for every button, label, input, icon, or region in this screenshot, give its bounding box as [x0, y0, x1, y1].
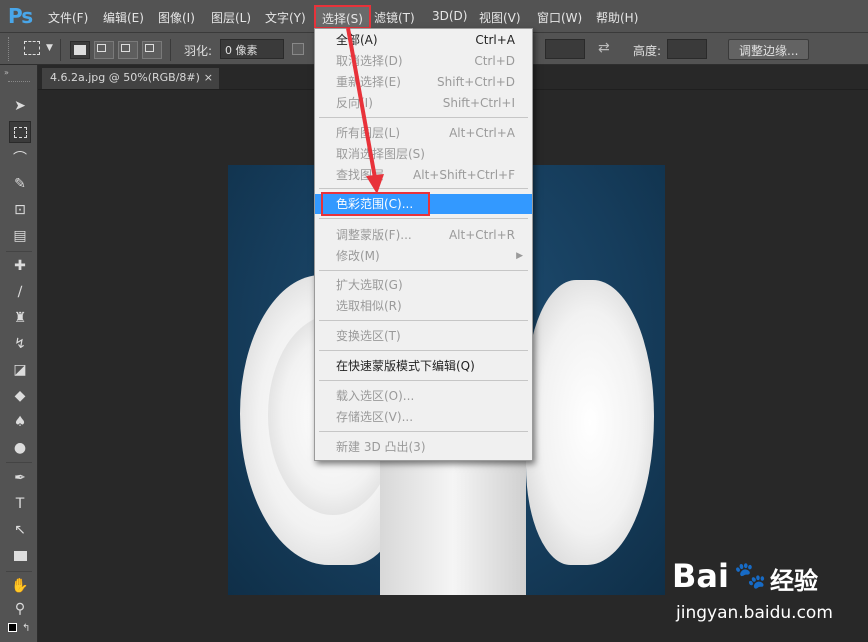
menu-separator [319, 218, 528, 219]
menu-item-deselect[interactable]: 取消选择(D) Ctrl+D [315, 51, 532, 71]
baidu-watermark: Bai 🐾 经验 jingyan.baidu.com [672, 555, 862, 635]
menu-type[interactable]: 文字(Y) [265, 9, 306, 26]
menu-file[interactable]: 文件(F) [48, 9, 88, 26]
crop-tool-icon[interactable]: ⊡ [9, 199, 31, 221]
menu-item-grow[interactable]: 扩大选取(G) [315, 275, 532, 295]
watermark-brand-suffix: 经验 [770, 567, 818, 595]
dress [380, 460, 526, 595]
menu-item-reselect[interactable]: 重新选择(E) Shift+Ctrl+D [315, 72, 532, 92]
menu-item-refine-mask[interactable]: 调整蒙版(F)... Alt+Ctrl+R [315, 225, 532, 245]
select-menu-dropdown: 全部(A) Ctrl+A 取消选择(D) Ctrl+D 重新选择(E) Shift+C… [314, 28, 533, 461]
menu-item-load-selection[interactable]: 载入选区(O)... [315, 386, 532, 406]
menu-item-modify[interactable]: 修改(M) ▶ [315, 246, 532, 266]
refine-edge-button[interactable]: 调整边缘... [728, 39, 810, 60]
menu-layer[interactable]: 图层(L) [211, 9, 251, 26]
menu-filter[interactable]: 滤镜(T) [374, 9, 415, 26]
healing-brush-tool-icon[interactable]: ✚ [9, 255, 31, 277]
anti-alias-checkbox[interactable] [292, 43, 304, 55]
divider [6, 462, 32, 463]
paint-bucket-tool-icon[interactable]: ◆ [9, 385, 31, 407]
menu-separator [319, 188, 528, 189]
clone-stamp-tool-icon[interactable]: ♜ [9, 307, 31, 329]
submenu-arrow-icon: ▶ [516, 251, 523, 261]
blur-tool-icon[interactable]: ♠ [9, 411, 31, 433]
menu-select[interactable]: 选择(S) [314, 5, 371, 29]
menu-item-deselect-layers[interactable]: 取消选择图层(S) [315, 144, 532, 164]
marquee-tool-icon[interactable] [9, 121, 31, 143]
dodge-tool-icon[interactable]: ● [9, 437, 31, 459]
annotation-highlight-box [321, 192, 430, 216]
quick-select-tool-icon[interactable]: ✎ [9, 173, 31, 195]
height-label: 高度: [633, 44, 662, 58]
divider [170, 39, 171, 61]
intersect-selection-icon[interactable] [142, 41, 162, 59]
menu-separator [319, 380, 528, 381]
menu-window[interactable]: 窗口(W) [537, 9, 582, 26]
zoom-tool-icon[interactable]: ⚲ [9, 598, 31, 620]
add-to-selection-icon[interactable] [94, 41, 114, 59]
swap-icon[interactable]: ⇄ [598, 40, 610, 56]
move-tool-icon[interactable]: ➤ [9, 95, 31, 117]
menu-help[interactable]: 帮助(H) [596, 9, 638, 26]
lasso-tool-icon[interactable]: ⌒ [9, 147, 31, 169]
divider [60, 39, 61, 61]
hand-tool-icon[interactable]: ✋ [9, 575, 31, 597]
menu-3d[interactable]: 3D(D) [432, 9, 467, 23]
menu-item-find-layers[interactable]: 查找图层 Alt+Shift+Ctrl+F [315, 165, 532, 185]
document-tab[interactable]: 4.6.2a.jpg @ 50%(RGB/8#) × [42, 68, 219, 89]
menu-separator [319, 320, 528, 321]
menu-separator [319, 117, 528, 118]
menu-item-all-layers[interactable]: 所有图层(L) Alt+Ctrl+A [315, 123, 532, 143]
right-wing [526, 280, 654, 565]
menu-item-select-all[interactable]: 全部(A) Ctrl+A [315, 30, 532, 50]
subtract-selection-icon[interactable] [118, 41, 138, 59]
rectangle-tool-icon[interactable] [9, 545, 31, 567]
collapse-icon[interactable]: » [4, 68, 9, 77]
pen-tool-icon[interactable]: ✒ [9, 467, 31, 489]
divider [6, 251, 32, 252]
menu-item-new-3d-extrusion[interactable]: 新建 3D 凸出(3) [315, 437, 532, 457]
feather-input[interactable]: 0 像素 [220, 39, 284, 59]
menu-item-inverse[interactable]: 反向(I) Shift+Ctrl+I [315, 93, 532, 113]
width-input[interactable] [545, 39, 585, 59]
height-input[interactable] [667, 39, 707, 59]
photoshop-logo: Ps [8, 4, 33, 28]
menu-separator [319, 350, 528, 351]
grip-handle[interactable] [8, 37, 11, 61]
type-tool-icon[interactable]: T [9, 493, 31, 515]
brush-tool-icon[interactable]: ∕ [9, 281, 31, 303]
new-selection-icon[interactable] [70, 41, 90, 59]
swap-colors-icon[interactable]: ↰ [22, 623, 30, 634]
menu-image[interactable]: 图像(I) [158, 9, 195, 26]
eraser-tool-icon[interactable]: ◪ [9, 359, 31, 381]
menu-item-transform-selection[interactable]: 变换选区(T) [315, 326, 532, 346]
toolbox: » ➤ ⌒ ✎ ⊡ ▤ ✚ ∕ ♜ ↯ ◪ ◆ ♠ ● ✒ T ↖ ✋ ⚲ ↰ [0, 65, 38, 642]
history-brush-tool-icon[interactable]: ↯ [9, 333, 31, 355]
divider [6, 571, 32, 572]
close-icon[interactable]: × [204, 71, 213, 84]
menu-item-similar[interactable]: 选取相似(R) [315, 296, 532, 316]
paw-icon: 🐾 [734, 561, 767, 591]
foreground-color-swatch[interactable] [8, 623, 17, 632]
menu-edit[interactable]: 编辑(E) [103, 9, 144, 26]
rect-marquee-icon[interactable] [24, 41, 40, 55]
chevron-down-icon[interactable]: ▼ [46, 43, 53, 53]
watermark-url: jingyan.baidu.com [676, 603, 833, 623]
eyedropper-tool-icon[interactable]: ▤ [9, 225, 31, 247]
document-title: 4.6.2a.jpg @ 50%(RGB/8#) [50, 71, 200, 84]
grip-handle[interactable] [8, 81, 30, 84]
menu-separator [319, 431, 528, 432]
feather-label: 羽化: [184, 44, 213, 58]
watermark-brand: Bai [672, 557, 729, 595]
menu-view[interactable]: 视图(V) [479, 9, 521, 26]
path-select-tool-icon[interactable]: ↖ [9, 519, 31, 541]
menu-item-save-selection[interactable]: 存储选区(V)... [315, 407, 532, 427]
menu-separator [319, 270, 528, 271]
menu-item-quick-mask[interactable]: 在快速蒙版模式下编辑(Q) [315, 356, 532, 376]
